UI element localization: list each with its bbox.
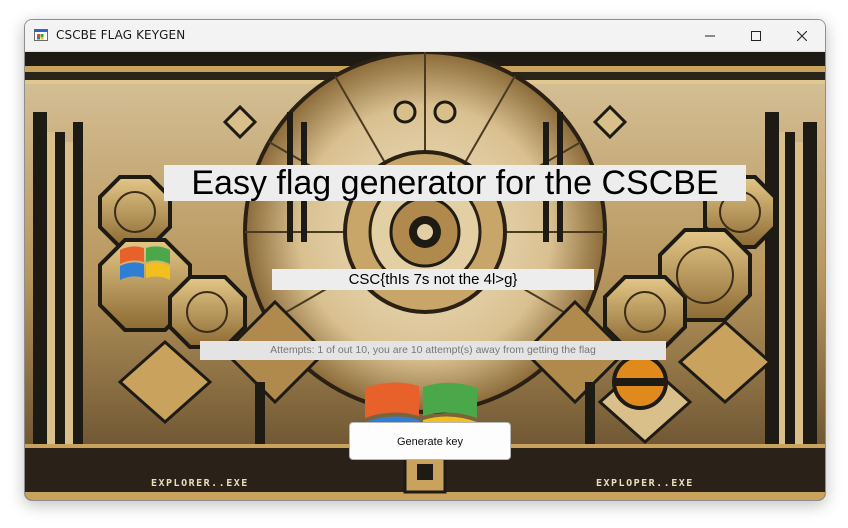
form-client-area: Easy flag generator for the CSCBE CSC{th… (25, 52, 825, 500)
minimize-icon (705, 35, 715, 36)
flag-output-label: CSC{thIs 7s not the 4l>g} (272, 269, 594, 290)
title-bar[interactable]: CSCBE FLAG KEYGEN (25, 20, 825, 52)
maximize-button[interactable] (733, 20, 779, 51)
maximize-icon (751, 30, 761, 41)
minimize-button[interactable] (687, 20, 733, 51)
page-heading: Easy flag generator for the CSCBE (164, 165, 746, 201)
app-window: CSCBE FLAG KEYGEN Easy flag generator fo… (24, 19, 826, 501)
footer-left-art-text: EXPLORER..EXE (151, 478, 249, 489)
attempts-status-label: Attempts: 1 of out 10, you are 10 attemp… (200, 341, 666, 360)
window-title: CSCBE FLAG KEYGEN (56, 28, 186, 42)
app-icon (34, 29, 48, 41)
generate-key-button[interactable]: Generate key (349, 422, 511, 460)
footer-right-art-text: EXPLOPER..EXE (596, 478, 694, 489)
close-icon (797, 30, 807, 41)
close-button[interactable] (779, 20, 825, 51)
